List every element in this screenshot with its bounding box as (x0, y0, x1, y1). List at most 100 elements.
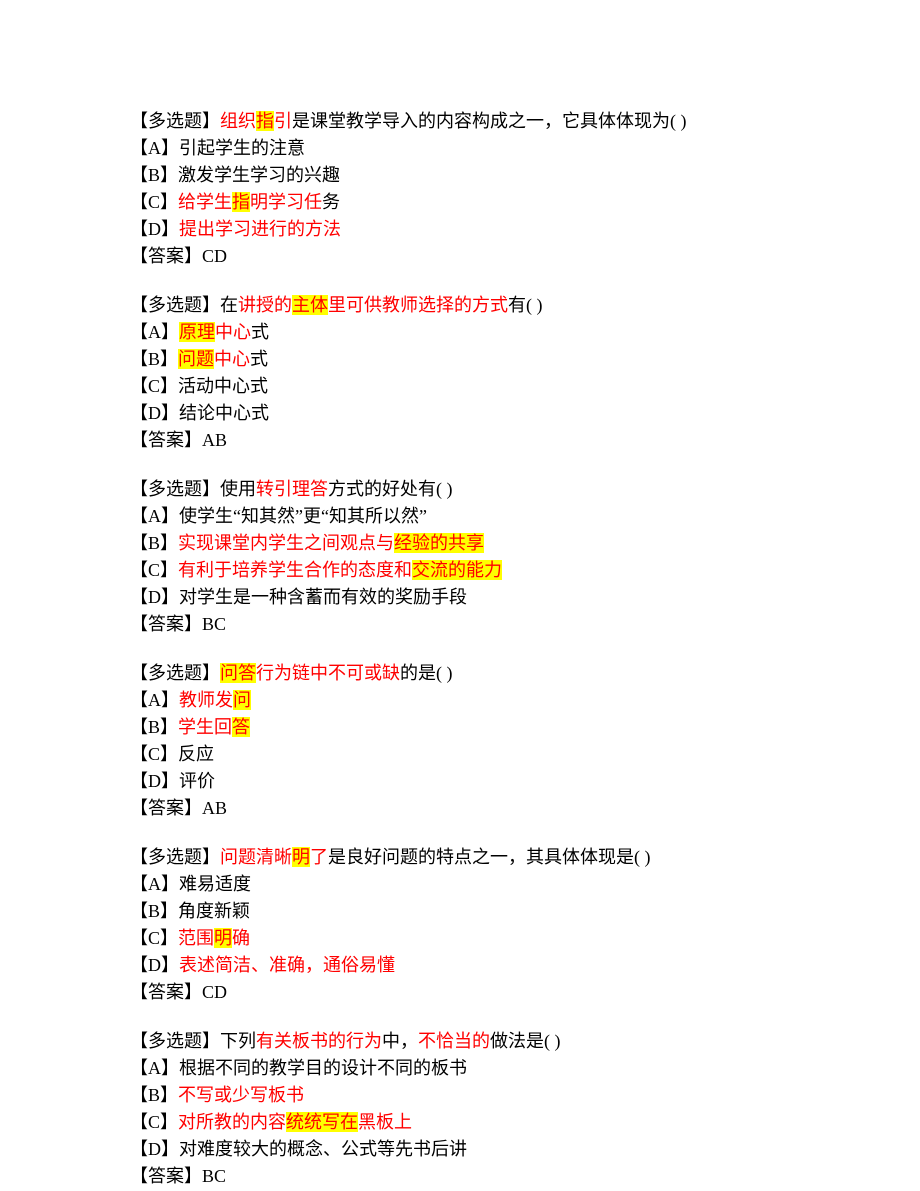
text-segment: 【多选题】下列 (130, 1031, 256, 1051)
question-option: 【B】激发学生学习的兴趣 (130, 162, 790, 189)
text-segment: 【D】结论中心式 (130, 403, 269, 423)
text-segment: 【D】评价 (130, 771, 215, 791)
text-segment: 不写或少写板书 (178, 1085, 304, 1105)
answer-line: 【答案】BC (130, 611, 790, 638)
question-option: 【B】角度新颖 (130, 898, 790, 925)
question-stem: 【多选题】在讲授的主体里可供教师选择的方式有( ) (130, 292, 790, 319)
text-segment: 学生回 (178, 717, 232, 737)
question-option: 【C】有利于培养学生合作的态度和交流的能力 (130, 557, 790, 584)
answer-line: 【答案】CD (130, 243, 790, 270)
text-segment: 原理 (179, 322, 215, 342)
question-option: 【A】根据不同的教学目的设计不同的板书 (130, 1055, 790, 1082)
question-option: 【C】反应 (130, 741, 790, 768)
text-segment: 实现课堂内学生之间观点与 (178, 533, 394, 553)
text-segment: 问题 (178, 349, 214, 369)
document-content: 【多选题】组织指引是课堂教学导入的内容构成之一，它具体体现为( )【A】引起学生… (130, 108, 790, 1190)
question-block: 【多选题】组织指引是课堂教学导入的内容构成之一，它具体体现为( )【A】引起学生… (130, 108, 790, 270)
text-segment: 【C】 (130, 928, 178, 948)
text-segment: 【D】 (130, 955, 179, 975)
question-stem: 【多选题】问题清晰明了是良好问题的特点之一，其具体体现是( ) (130, 844, 790, 871)
text-segment: 【多选题】使用 (130, 479, 256, 499)
question-option: 【A】原理中心式 (130, 319, 790, 346)
text-segment: 务 (322, 192, 340, 212)
text-segment: 【C】反应 (130, 744, 214, 764)
text-segment: 【A】 (130, 690, 179, 710)
answer-line: 【答案】AB (130, 427, 790, 454)
answer-value: AB (202, 798, 227, 818)
answer-label: 【答案】 (130, 430, 202, 450)
text-segment: 【B】 (130, 349, 178, 369)
text-segment: 【多选题】在 (130, 295, 238, 315)
text-segment: 经验的共享 (394, 533, 484, 553)
text-segment: 有关板书的行为 (256, 1031, 382, 1051)
text-segment: 【多选题】 (130, 663, 220, 683)
text-segment: 表述简洁、准确，通俗易懂 (179, 955, 395, 975)
question-option: 【C】范围明确 (130, 925, 790, 952)
text-segment: 【A】根据不同的教学目的设计不同的板书 (130, 1058, 467, 1078)
text-segment: 答 (232, 717, 250, 737)
text-segment: 【多选题】 (130, 111, 220, 131)
text-segment: 指 (256, 111, 274, 131)
text-segment: 给学生 (178, 192, 232, 212)
text-segment: 【C】 (130, 560, 178, 580)
text-segment: 不恰当的 (418, 1031, 490, 1051)
text-segment: 的是( ) (400, 663, 453, 683)
text-segment: 【C】 (130, 1112, 178, 1132)
question-option: 【D】表述简洁、准确，通俗易懂 (130, 952, 790, 979)
answer-value: AB (202, 430, 227, 450)
text-segment: 是良好问题的特点之一，其具体体现是( ) (328, 847, 651, 867)
text-segment: 里可供教师选择的方式 (328, 295, 508, 315)
text-segment: 有利于培养学生合作的态度和 (178, 560, 412, 580)
text-segment: 范围 (178, 928, 214, 948)
answer-label: 【答案】 (130, 1166, 202, 1186)
answer-line: 【答案】AB (130, 795, 790, 822)
text-segment: 问答 (220, 663, 256, 683)
answer-value: CD (202, 982, 227, 1002)
text-segment: 讲授的 (238, 295, 292, 315)
question-option: 【A】引起学生的注意 (130, 135, 790, 162)
question-option: 【B】不写或少写板书 (130, 1082, 790, 1109)
text-segment: 【B】激发学生学习的兴趣 (130, 165, 340, 185)
question-option: 【D】评价 (130, 768, 790, 795)
text-segment: 【A】使学生“知其然”更“知其所以然” (130, 506, 427, 526)
text-segment: 【D】对难度较大的概念、公式等先书后讲 (130, 1139, 467, 1159)
text-segment: 方式的好处有( ) (328, 479, 453, 499)
text-segment: 【B】角度新颖 (130, 901, 250, 921)
text-segment: 指 (232, 192, 250, 212)
question-option: 【B】问题中心式 (130, 346, 790, 373)
question-option: 【A】难易适度 (130, 871, 790, 898)
question-option: 【B】学生回答 (130, 714, 790, 741)
answer-label: 【答案】 (130, 246, 202, 266)
text-segment: 式 (250, 349, 268, 369)
question-option: 【C】活动中心式 (130, 373, 790, 400)
text-segment: 明 (214, 928, 232, 948)
text-segment: 【D】对学生是一种含蓄而有效的奖励手段 (130, 587, 467, 607)
text-segment: 是课堂教学导入的内容构成之一，它具体体现为( ) (292, 111, 687, 131)
text-segment: 【B】 (130, 533, 178, 553)
question-block: 【多选题】问答行为链中不可或缺的是( )【A】教师发问【B】学生回答【C】反应【… (130, 660, 790, 822)
text-segment: 【D】 (130, 219, 179, 239)
text-segment: 明 (292, 847, 310, 867)
text-segment: 【B】 (130, 1085, 178, 1105)
question-stem: 【多选题】问答行为链中不可或缺的是( ) (130, 660, 790, 687)
question-block: 【多选题】问题清晰明了是良好问题的特点之一，其具体体现是( )【A】难易适度【B… (130, 844, 790, 1006)
text-segment: 做法是( ) (490, 1031, 561, 1051)
question-block: 【多选题】下列有关板书的行为中，不恰当的做法是( )【A】根据不同的教学目的设计… (130, 1028, 790, 1190)
answer-label: 【答案】 (130, 982, 202, 1002)
question-block: 【多选题】在讲授的主体里可供教师选择的方式有( )【A】原理中心式【B】问题中心… (130, 292, 790, 454)
question-option: 【D】对难度较大的概念、公式等先书后讲 (130, 1136, 790, 1163)
answer-value: CD (202, 246, 227, 266)
text-segment: 中心 (214, 349, 250, 369)
text-segment: 【A】引起学生的注意 (130, 138, 305, 158)
text-segment: 提出学习进行的方法 (179, 219, 341, 239)
text-segment: 式 (251, 322, 269, 342)
text-segment: 组织 (220, 111, 256, 131)
text-segment: 对所教的内容 (178, 1112, 286, 1132)
question-option: 【C】给学生指明学习任务 (130, 189, 790, 216)
text-segment: 确 (232, 928, 250, 948)
text-segment: 统统写在 (286, 1112, 358, 1132)
text-segment: 明学习任 (250, 192, 322, 212)
question-option: 【A】使学生“知其然”更“知其所以然” (130, 503, 790, 530)
text-segment: 中心 (215, 322, 251, 342)
question-option: 【D】对学生是一种含蓄而有效的奖励手段 (130, 584, 790, 611)
